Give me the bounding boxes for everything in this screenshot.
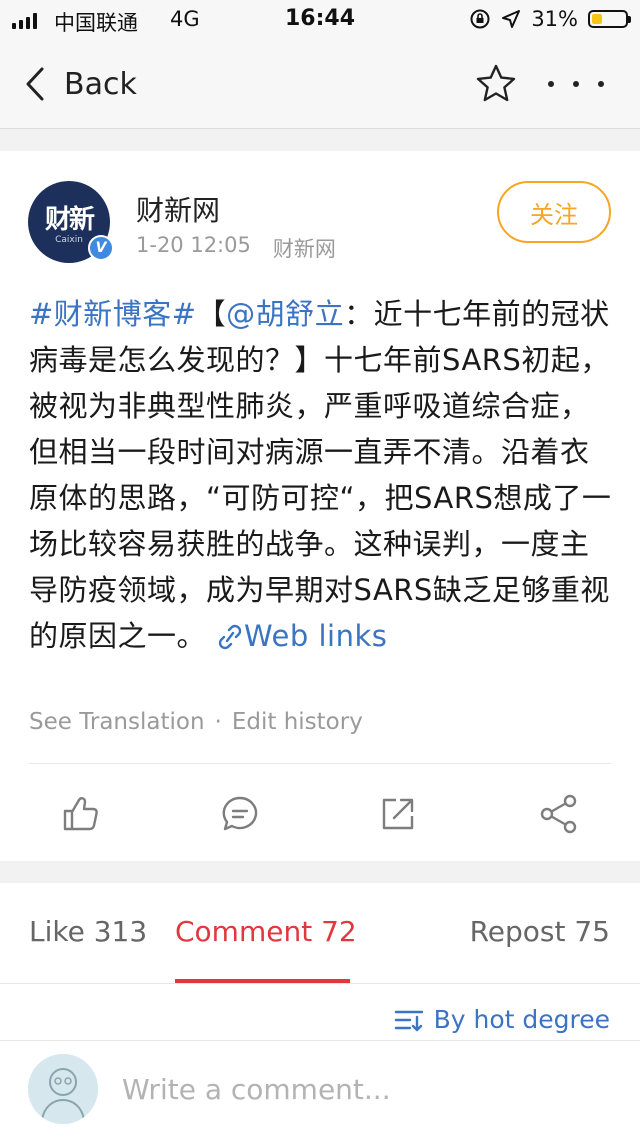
back-button[interactable]: Back	[24, 62, 137, 106]
share-button[interactable]	[538, 793, 580, 835]
author-avatar[interactable]: 财新 Caixin V	[28, 181, 114, 263]
post-source: 财新网	[272, 237, 336, 261]
comment-bar	[0, 1040, 640, 1137]
follow-button[interactable]: 关注	[497, 181, 611, 243]
edit-history-link[interactable]: Edit history	[232, 709, 363, 735]
favorite-button[interactable]	[474, 62, 518, 106]
orientation-lock-icon	[470, 9, 490, 29]
hashtag-link[interactable]: #财新博客#	[29, 297, 197, 331]
separator-dot: ·	[214, 709, 222, 735]
comment-button[interactable]	[219, 793, 261, 835]
post-text: ：近十七年前的冠状病毒是怎么发现的？】十七年前SARS初起，被视为非典型性肺炎，…	[29, 297, 612, 653]
back-label: Back	[64, 66, 137, 102]
tab-repost[interactable]: Repost 75	[470, 915, 610, 948]
more-dot	[598, 81, 604, 87]
avatar-logo-text: 财新	[44, 205, 95, 235]
tab-comment[interactable]: Comment 72	[175, 915, 357, 948]
battery-level-fill	[592, 14, 602, 24]
active-tab-indicator	[175, 979, 350, 983]
navigation-bar: Back	[0, 40, 640, 129]
web-links-label: Web links	[244, 619, 388, 653]
user-avatar[interactable]	[28, 1054, 98, 1124]
see-translation-link[interactable]: See Translation	[29, 709, 205, 735]
like-button[interactable]	[59, 793, 101, 835]
post-body: #财新博客#【@胡舒立：近十七年前的冠状病毒是怎么发现的？】十七年前SARS初起…	[29, 291, 614, 659]
more-dot	[548, 81, 554, 87]
post-timestamp: 1-20 12:05	[136, 233, 251, 257]
post-meta: 1-20 12:05 财新网	[136, 233, 336, 263]
divider	[29, 763, 611, 764]
repost-button[interactable]	[377, 793, 419, 835]
more-icon[interactable]	[548, 70, 604, 98]
chevron-left-icon	[26, 67, 44, 101]
author-name[interactable]: 财新网	[136, 189, 220, 229]
bracket-text: 【	[196, 297, 227, 331]
tab-like[interactable]: Like 313	[29, 915, 147, 948]
thumbs-up-icon	[63, 797, 98, 831]
comment-input[interactable]	[122, 1063, 602, 1115]
post-sub-links: See Translation · Edit history	[29, 709, 363, 735]
verified-badge-icon: V	[88, 235, 114, 261]
link-icon	[218, 624, 242, 650]
mention-link[interactable]: @胡舒立	[226, 297, 344, 331]
section-gap	[0, 129, 640, 151]
sort-label: By hot degree	[433, 1005, 610, 1034]
interaction-tabs: Like 313 Comment 72 Repost 75	[0, 883, 640, 984]
comment-icon	[222, 796, 258, 831]
status-indicators: 31%	[469, 7, 631, 31]
status-bar: 中国联通 4G 16:44 31%	[0, 0, 640, 40]
battery-icon	[588, 10, 631, 28]
location-arrow-icon	[502, 10, 521, 28]
share-icon	[540, 794, 577, 834]
sort-icon	[394, 1010, 423, 1031]
web-links[interactable]: Web links	[206, 619, 387, 653]
star-icon	[476, 64, 516, 102]
post-actions	[0, 779, 640, 849]
battery-percent: 31%	[531, 7, 578, 31]
repost-icon	[382, 798, 414, 830]
post-card: 财新 Caixin V 财新网 1-20 12:05 财新网 关注 #财新博客#…	[0, 151, 640, 861]
section-gap	[0, 861, 640, 883]
more-dot	[573, 81, 579, 87]
user-avatar-image	[28, 1054, 98, 1124]
sort-button[interactable]: By hot degree	[394, 1005, 610, 1034]
